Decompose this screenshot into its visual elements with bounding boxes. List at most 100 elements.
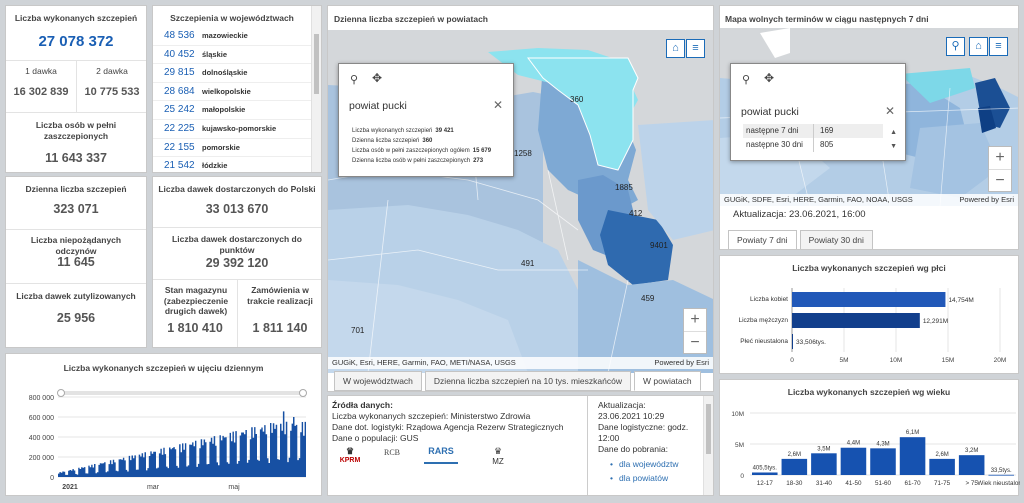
voivodeship-name: dolnośląskie [202,68,248,78]
map2-zoom-control[interactable]: + − [988,146,1012,192]
y-tick-label: 5M [735,442,744,449]
voivodeship-row[interactable]: 48 536 mazowieckie [153,27,311,46]
voivodeship-count: 21 542 [164,160,195,172]
gender-bar[interactable] [792,292,946,307]
y-tick-label: 10M [731,411,744,418]
legend-list-icon[interactable]: ≡ [989,37,1008,56]
gender-bar[interactable] [792,313,920,328]
tab-voivodeships[interactable]: W województwach [334,371,422,391]
age-bar[interactable] [752,472,778,475]
popup-scroll-arrows[interactable]: ▲ ▼ [890,126,897,154]
voivodeships-list[interactable]: 48 536 mazowieckie 40 452 śląskie 29 815 doln… [153,27,311,172]
map2-powered[interactable]: Powered by Esri [959,194,1014,206]
map2-attribution: GUGiK, SDFE, Esri, HERE, Garmin, FAO, NO… [724,195,913,204]
move-icon[interactable]: ✥ [764,71,774,85]
zoom-in-icon[interactable]: + [989,147,1011,169]
zoom-out-icon[interactable]: − [989,169,1011,191]
age-bar[interactable] [899,437,926,475]
age-chart: 10M 5M 0 405,5tys. 12-17 2,6M 18-30 3,5M 31-40 4,… [731,411,1020,487]
voivodeship-count: 29 815 [164,67,195,79]
bar-value-label: 3,5M [817,446,830,452]
range-slider-handle[interactable] [299,389,307,397]
voivodeship-name: małopolskie [202,105,246,115]
age-bar[interactable] [929,458,955,475]
voivodeships-scrollbar[interactable] [311,6,321,172]
tab-per-10k[interactable]: Dzienna liczba szczepień na 10 tys. mies… [424,371,631,391]
adverse-reactions-label: Liczba niepożądanych odczynów [30,235,122,256]
bar-value-label: 4,4M [847,441,860,447]
map1-zoom-control[interactable]: + − [683,308,707,354]
popup-field-label: Dzienna liczba osób w pełni zaszczepiony… [352,158,471,164]
search-icon[interactable]: ⚲ [946,37,965,56]
move-icon[interactable]: ✥ [372,71,382,85]
zoom-to-icon[interactable]: ⚲ [742,73,750,86]
sources-scrollbar[interactable] [703,396,713,495]
x-tick-label: 51-60 [875,480,892,487]
gender-chart: 0 5M 10M 15M 20M Liczba kobiet 14,754M Liczba m… [739,288,1006,364]
map2-popup-title: powiat pucki [741,106,799,118]
voivodeship-row[interactable]: 25 242 małopolskie [153,101,311,120]
source-line: Liczba wykonanych szczepień: Ministerstw… [332,411,531,421]
zoom-in-icon[interactable]: + [684,309,706,331]
dose1-label: 1 dawka [25,66,57,76]
download-districts-link[interactable]: dla powiatów [619,473,668,484]
popup-field-row: Liczba wykonanych szczepień 39 421 [352,126,507,136]
map1-powered[interactable]: Powered by Esri [654,357,709,369]
total-vaccinations-label: Liczba wykonanych szczepień [14,13,138,23]
range-slider-handle[interactable] [57,389,65,397]
legend-list-icon[interactable]: ≡ [686,39,705,58]
bar-value-label: 33,506tys. [796,339,826,346]
tab-districts[interactable]: W powiatach [633,371,701,391]
voivodeship-count: 22 225 [164,122,195,134]
download-voivodeships-link[interactable]: dla województw [619,459,679,470]
age-bar[interactable] [781,458,808,475]
district-value-label: 360 [570,95,584,104]
voivodeship-row[interactable]: 40 452 śląskie [153,46,311,65]
voivodeship-row[interactable]: 29 815 dolnośląskie [153,64,311,83]
age-bar[interactable] [870,448,896,475]
bar-value-label: 4,3M [876,441,889,447]
voivodeship-row[interactable]: 22 225 kujawsko-pomorskie [153,120,311,139]
close-icon[interactable]: ✕ [885,104,895,118]
logistics-time-value: 12:00 [598,433,620,443]
voivodeship-name: mazowieckie [202,31,248,40]
y-tick-label: 600 000 [29,415,54,422]
range-slider-track[interactable] [58,391,306,395]
popup-field-value: 360 [422,138,433,144]
x-tick-label: 71-75 [934,480,951,487]
voivodeship-count: 22 155 [164,141,195,153]
delivered-poland-label: Liczba dawek dostarczonych do Polski [158,184,316,194]
age-bar[interactable] [958,455,985,475]
map2-panel: Mapa wolnych terminów w ciągu następnych… [719,5,1019,250]
home-icon[interactable]: ⌂ [969,37,988,56]
map1-title: Dzienna liczba szczepień w powiatach [334,14,488,24]
sources-panel: Źródła danych: Liczba wykonanych szczepi… [327,395,714,496]
map2-popup: ⚲ ✥ powiat pucki ✕ następne 7 dni 169 nast… [730,63,906,161]
close-icon[interactable]: ✕ [493,98,503,112]
age-bar[interactable] [811,453,837,475]
y-tick-label: 0 [50,475,54,482]
x-tick-label: 61-70 [905,480,922,487]
age-bar[interactable] [988,474,1014,476]
x-tick-label: mar [147,484,160,491]
dose2-value: 10 775 533 [84,86,140,98]
zoom-to-icon[interactable]: ⚲ [350,73,358,86]
home-icon[interactable]: ⌂ [666,39,685,58]
y-tick-label: 800 000 [29,395,54,402]
voivodeship-row[interactable]: 22 155 pomorskie [153,139,311,158]
district-value-label: 1258 [514,149,532,158]
age-bar[interactable] [840,447,867,475]
popup-field-label: Liczba wykonanych szczepień [352,128,433,134]
age-chart-panel: Liczba wykonanych szczepień wg wieku 10M… [719,379,1020,496]
tab-7-days[interactable]: Powiaty 7 dni [728,230,797,249]
map2-updated: Aktualizacja: 23.06.2021, 16:00 [733,209,866,220]
district-value-label: 459 [641,294,655,303]
y-tick-label: 0 [740,473,744,480]
gender-bar[interactable] [792,334,793,349]
voivodeship-row[interactable]: 21 542 łódzkie [153,157,311,172]
voivodeship-row[interactable]: 28 684 wielkopolskie [153,83,311,102]
zoom-out-icon[interactable]: − [684,331,706,353]
x-tick-label: 5M [839,357,848,364]
map2-popup-rows: następne 7 dni 169 następne 30 dni 805 [743,124,883,152]
tab-30-days[interactable]: Powiaty 30 dni [799,230,873,249]
